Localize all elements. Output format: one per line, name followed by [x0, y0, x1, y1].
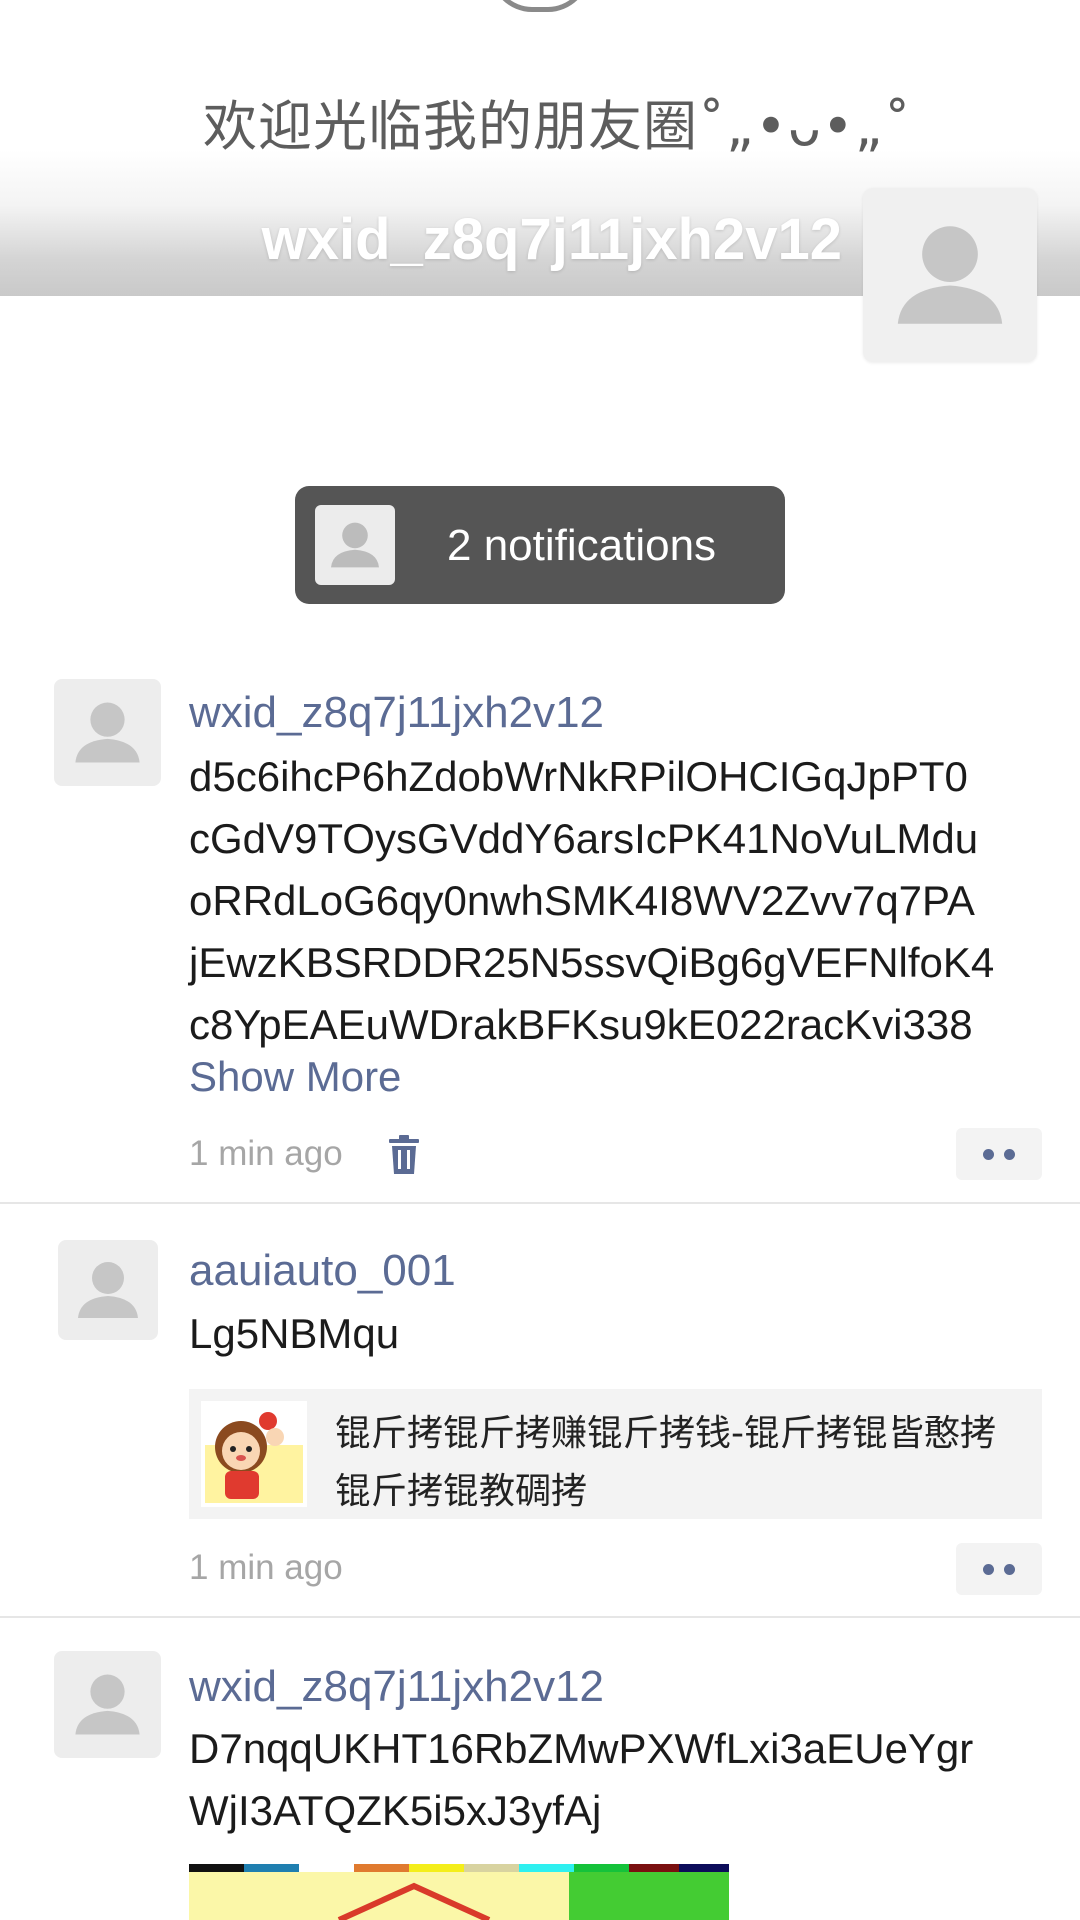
post-text-line: Lg5NBMqu [189, 1310, 400, 1357]
more-actions-button[interactable] [956, 1128, 1042, 1180]
notifications-button[interactable]: 2 notifications [295, 486, 785, 604]
more-dots-icon [983, 1149, 994, 1160]
link-title: 锟斤拷锟斤拷赚锟斤拷钱-锟斤拷锟皆憨拷 锟斤拷锟教碉拷 [335, 1405, 1035, 1521]
post-text-line: WjI3ATQZK5i5xJ3yfAj [189, 1787, 602, 1834]
more-dots-icon [1004, 1564, 1015, 1575]
default-user-icon [75, 702, 140, 763]
post-author[interactable]: aauiauto_001 [189, 1246, 456, 1296]
link-title-line: 锟斤拷锟教碉拷 [335, 1471, 588, 1512]
post-image-graphic [189, 1864, 729, 1920]
show-more-link[interactable]: Show More [189, 1053, 401, 1101]
link-title-line: 锟斤拷锟斤拷赚锟斤拷钱-锟斤拷锟皆憨拷 [335, 1413, 996, 1454]
default-user-icon [897, 226, 1003, 324]
default-user-icon [78, 1262, 138, 1318]
cover-logo-mark [490, 0, 590, 12]
default-user-icon [75, 1674, 140, 1735]
post-text-line: d5c6ihcP6hZdobWrNkRPilOHCIGqJpPT0 [189, 753, 968, 800]
post-text: Lg5NBMqu [189, 1303, 1049, 1365]
post-text-line: cGdV9TOysGVddY6arsIcPK41NoVuLMdu [189, 815, 979, 862]
more-actions-button[interactable] [956, 1543, 1042, 1595]
post-avatar[interactable] [58, 1240, 158, 1340]
trash-icon[interactable] [387, 1135, 421, 1175]
post-text: D7nqqUKHT16RbZMwPXWfLxi3aEUeYgr WjI3ATQZ… [189, 1718, 1049, 1842]
post-avatar[interactable] [54, 679, 161, 786]
post-time: 1 min ago [189, 1134, 343, 1173]
post-divider [0, 1202, 1080, 1204]
notification-avatar [315, 505, 395, 585]
default-user-icon [331, 522, 379, 568]
profile-name: wxid_z8q7j11jxh2v12 [261, 207, 842, 272]
cover-banner-text: 欢迎光临我的朋友圈˚„•ᴗ•„˚ [203, 95, 912, 158]
post-text-line: c8YpEAEuWDrakBFKsu9kE022racKvi338 [189, 1001, 973, 1048]
post-text-line: oRRdLoG6qy0nwhSMK4I8WV2Zvv7q7PA [189, 877, 975, 924]
notifications-label: 2 notifications [447, 521, 717, 570]
post-text: d5c6ihcP6hZdobWrNkRPilOHCIGqJpPT0 cGdV9T… [189, 746, 1049, 1056]
post-divider [0, 1616, 1080, 1618]
post-text-line: D7nqqUKHT16RbZMwPXWfLxi3aEUeYgr [189, 1725, 974, 1772]
profile-avatar[interactable] [863, 188, 1037, 362]
post-author[interactable]: wxid_z8q7j11jxh2v12 [189, 1662, 604, 1712]
post-image[interactable] [189, 1864, 729, 1920]
link-thumbnail [201, 1401, 307, 1507]
post-text-line: jEwzKBSRDDR25N5ssvQiBg6gVEFNlfoK4 [189, 939, 995, 986]
more-dots-icon [1004, 1149, 1015, 1160]
post-time: 1 min ago [189, 1548, 343, 1587]
post-author[interactable]: wxid_z8q7j11jxh2v12 [189, 688, 604, 738]
post-avatar[interactable] [54, 1651, 161, 1758]
shared-link-card[interactable]: 锟斤拷锟斤拷赚锟斤拷钱-锟斤拷锟皆憨拷 锟斤拷锟教碉拷 [189, 1389, 1042, 1519]
monkey-mascot-icon [201, 1401, 307, 1507]
more-dots-icon [983, 1564, 994, 1575]
